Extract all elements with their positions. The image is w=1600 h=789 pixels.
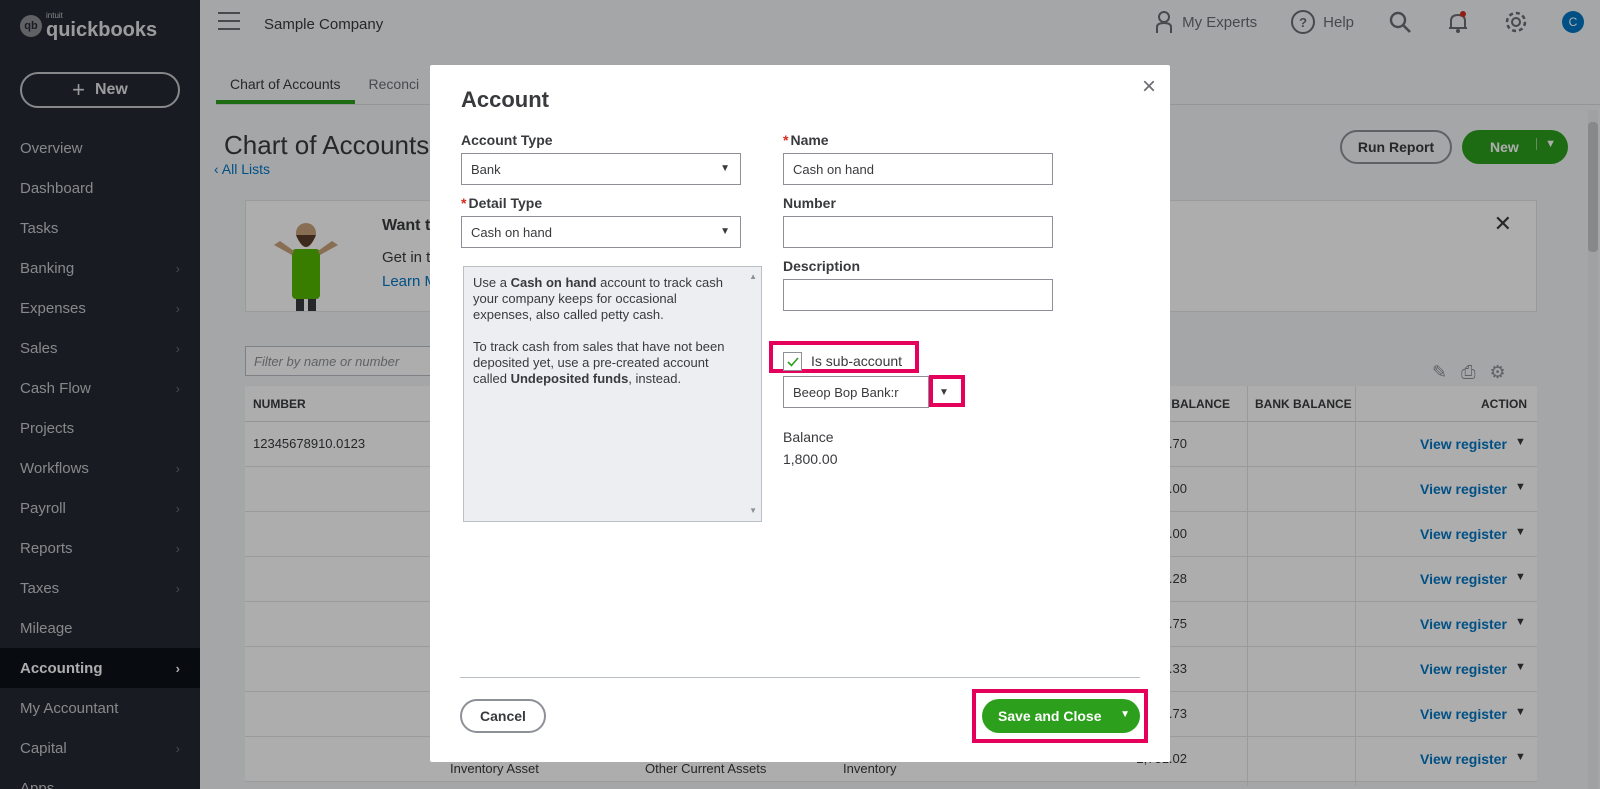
- detail-type-value: Cash on hand: [471, 225, 552, 240]
- account-dialog: Account × Account Type Bank ▼ * Detail Ty…: [430, 65, 1170, 762]
- balance-label: Balance: [783, 429, 834, 445]
- save-and-close-label: Save and Close: [998, 708, 1102, 724]
- dialog-title: Account: [461, 87, 549, 112]
- number-input[interactable]: [783, 216, 1053, 248]
- checkmark-icon: [786, 356, 799, 367]
- chevron-down-icon[interactable]: ▼: [930, 376, 958, 408]
- name-label: * Name: [783, 132, 829, 148]
- account-type-select[interactable]: Bank ▼: [461, 153, 741, 185]
- parent-account-select[interactable]: Beeop Bop Bank:r: [783, 376, 929, 408]
- scroll-up-icon[interactable]: ▲: [749, 269, 757, 285]
- close-icon[interactable]: ×: [1142, 73, 1156, 101]
- chevron-down-icon: ▼: [720, 163, 730, 174]
- account-type-label: Account Type: [461, 132, 553, 148]
- cancel-button[interactable]: Cancel: [460, 699, 546, 733]
- detail-type-select[interactable]: Cash on hand ▼: [461, 216, 741, 248]
- number-label: Number: [783, 195, 836, 211]
- description-label: Description: [783, 258, 861, 274]
- account-type-value: Bank: [471, 162, 501, 177]
- detail-type-label-text: Detail Type: [468, 195, 543, 211]
- chevron-down-icon: ▼: [720, 226, 730, 237]
- detail-type-description: Use a Cash on hand account to track cash…: [463, 266, 762, 522]
- description-paragraph: Use a Cash on hand account to track cash…: [473, 275, 723, 322]
- name-label-text: Name: [790, 132, 829, 148]
- detail-type-label: * Detail Type: [461, 195, 543, 211]
- description-input[interactable]: [783, 279, 1053, 311]
- sub-account-label[interactable]: Is sub-account: [811, 353, 902, 369]
- name-input[interactable]: Cash on hand: [783, 153, 1053, 185]
- description-paragraph: To track cash from sales that have not b…: [473, 339, 725, 386]
- chevron-down-icon[interactable]: ▼: [1120, 709, 1130, 720]
- dialog-footer-divider: [460, 677, 1140, 678]
- save-and-close-button[interactable]: Save and Close ▼: [982, 699, 1140, 733]
- sub-account-checkbox[interactable]: [783, 352, 802, 371]
- balance-value: 1,800.00: [783, 451, 838, 467]
- scroll-down-icon[interactable]: ▼: [749, 503, 757, 519]
